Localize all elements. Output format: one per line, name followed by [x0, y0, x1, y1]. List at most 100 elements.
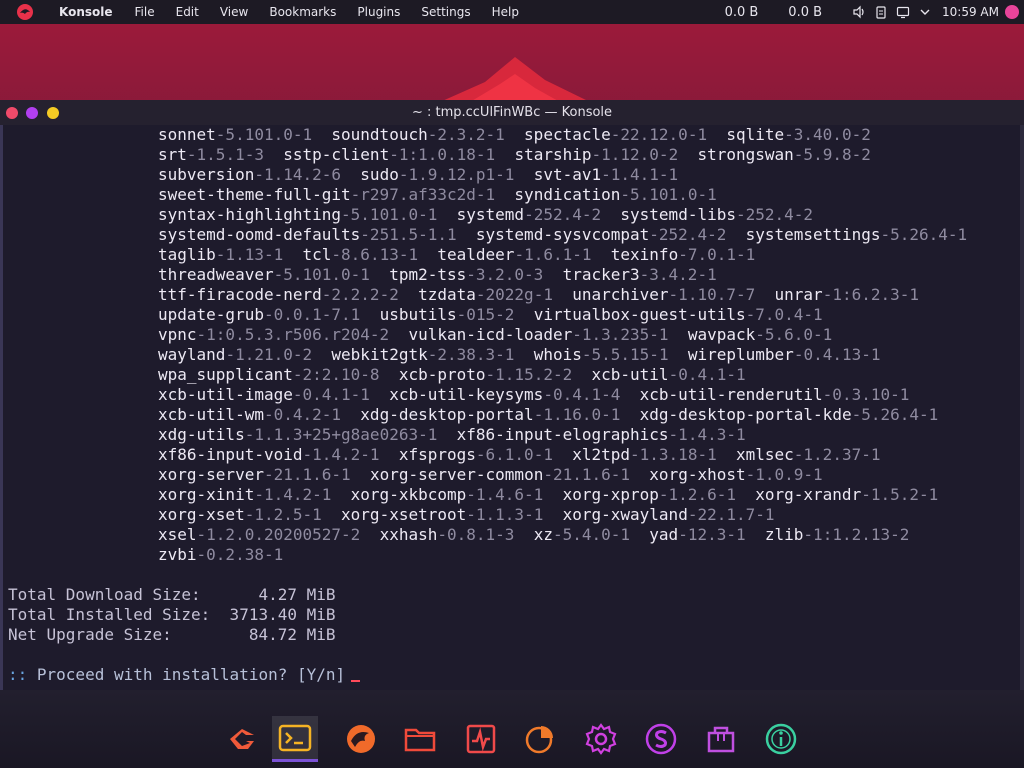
disk-usage-icon — [525, 726, 553, 754]
package-name: tzdata — [418, 285, 476, 304]
menu-help[interactable]: Help — [492, 5, 519, 19]
package-version: -5.26.4-1 — [851, 405, 939, 424]
dock-item-browser[interactable] — [338, 716, 384, 762]
window-titlebar[interactable]: ~ : tmp.ccUlFinWBc — Konsole — [0, 100, 1024, 125]
package-version: -015-2 — [456, 305, 515, 324]
package-version: -1.4.2-1 — [302, 445, 380, 464]
network-upload-speed[interactable]: 0.0 B — [788, 5, 822, 20]
prompt-text: Proceed with installation? [Y/n] — [27, 665, 346, 684]
package-version: -1.5.1-3 — [186, 145, 264, 164]
dock-item-info[interactable] — [758, 716, 804, 762]
package-name: ttf-firacode-nerd — [158, 285, 322, 304]
package-version: -1.3.18-1 — [630, 445, 717, 464]
dragon-browser-icon — [347, 725, 375, 753]
garuda-logo-icon[interactable] — [16, 3, 34, 21]
package-name: yad — [649, 525, 679, 544]
package-name: xsel — [158, 525, 197, 544]
system-monitor-icon — [466, 724, 496, 754]
package-version: -1.3.235-1 — [572, 325, 669, 344]
package-line: xsel-1.2.0.20200527-2 xxhash-0.8.1-3 xz-… — [158, 525, 909, 545]
settings-icon — [585, 723, 617, 755]
menu-plugins[interactable]: Plugins — [357, 5, 400, 19]
installed-size-line: Total Installed Size: 3713.40 MiB — [8, 605, 336, 624]
package-name: wireplumber — [687, 345, 794, 364]
dock-item-package-manager[interactable] — [698, 716, 744, 762]
package-line: update-grub-0.0.1-7.1 usbutils-015-2 vir… — [158, 305, 823, 325]
package-line: threadweaver-5.101.0-1 tpm2-tss-3.2.0-3 … — [158, 265, 717, 285]
system-tray: 0.0 B 0.0 B 10:59 AM — [725, 0, 1024, 24]
volume-icon[interactable] — [852, 5, 866, 19]
package-version: -1.0.9-1 — [745, 465, 823, 484]
package-line: xorg-server-21.1.6-1 xorg-server-common-… — [158, 465, 823, 485]
package-name: xorg-server — [158, 465, 264, 484]
package-version: -1.21.0-2 — [225, 345, 313, 364]
package-name: syntax-highlighting — [158, 205, 342, 224]
package-version: -1.2.0.20200527-2 — [196, 525, 361, 544]
terminal-scrollbar[interactable] — [1020, 125, 1024, 690]
package-name: update-grub — [158, 305, 264, 324]
package-name: xorg-xkbcomp — [350, 485, 467, 504]
package-version: -r297.af33c2d-1 — [350, 185, 496, 204]
package-name: xz — [533, 525, 553, 544]
clipboard-icon[interactable] — [874, 5, 888, 19]
package-version: -1.2.6-1 — [658, 485, 736, 504]
dock-item-launcher[interactable] — [219, 716, 265, 762]
package-version: -3.2.0-3 — [466, 265, 544, 284]
terminal-output[interactable]: sonnet-5.101.0-1 soundtouch-2.3.2-1 spec… — [0, 125, 1024, 690]
package-line: sonnet-5.101.0-1 soundtouch-2.3.2-1 spec… — [158, 125, 871, 145]
package-version: -5.26.4-1 — [880, 225, 968, 244]
dock — [0, 690, 1024, 768]
package-version: -5.101.0-1 — [341, 205, 438, 224]
package-name: xorg-xprop — [562, 485, 659, 504]
package-name: unarchiver — [572, 285, 669, 304]
package-line: vpnc-1:0.5.3.r506.r204-2 vulkan-icd-load… — [158, 325, 832, 345]
package-name: sweet-theme-full-git — [158, 185, 351, 204]
package-name: xdg-desktop-portal-kde — [639, 405, 852, 424]
package-version: -1:0.5.3.r506.r204-2 — [196, 325, 390, 344]
dock-item-settings[interactable] — [578, 716, 624, 762]
package-version: -2:2.10-8 — [292, 365, 380, 384]
menu-edit[interactable]: Edit — [176, 5, 199, 19]
package-version: -2.38.3-1 — [427, 345, 515, 364]
package-name: systemd — [456, 205, 525, 224]
user-avatar[interactable] — [1005, 5, 1019, 19]
package-version: -5.9.8-2 — [793, 145, 871, 164]
dock-item-files[interactable] — [397, 716, 443, 762]
package-version: -252.4-2 — [524, 205, 602, 224]
clock[interactable]: 10:59 AM — [942, 5, 999, 19]
package-version: -0.4.1-1 — [668, 365, 746, 384]
package-name: syndication — [514, 185, 621, 204]
top-panel: Konsole File Edit View Bookmarks Plugins… — [0, 0, 1024, 24]
dock-item-disk-usage[interactable] — [517, 716, 563, 762]
dock-item-assistant[interactable] — [638, 716, 684, 762]
dock-item-terminal[interactable] — [272, 716, 318, 762]
package-name: xcb-util-keysyms — [389, 385, 544, 404]
menu-view[interactable]: View — [220, 5, 248, 19]
menu-settings[interactable]: Settings — [421, 5, 470, 19]
net-upgrade-size-line: Net Upgrade Size: 84.72 MiB — [8, 625, 336, 644]
menu-file[interactable]: File — [135, 5, 155, 19]
package-version: -3.4.2-1 — [639, 265, 717, 284]
menu-bookmarks[interactable]: Bookmarks — [269, 5, 336, 19]
package-name: threadweaver — [158, 265, 274, 284]
package-line: sweet-theme-full-git-r297.af33c2d-1 synd… — [158, 185, 717, 205]
package-name: svt-av1 — [533, 165, 602, 184]
package-version: -1.14.2-6 — [254, 165, 342, 184]
package-version: -1.9.12.p1-1 — [398, 165, 515, 184]
package-version: -8.6.13-1 — [331, 245, 419, 264]
display-icon[interactable] — [896, 5, 910, 19]
chevron-down-icon[interactable] — [918, 5, 932, 19]
package-version: -1.1.3-1 — [466, 505, 544, 524]
package-name: xorg-xwayland — [562, 505, 688, 524]
package-line: xcb-util-image-0.4.1-1 xcb-util-keysyms-… — [158, 385, 909, 405]
package-version: -0.0.1-7.1 — [263, 305, 361, 324]
package-version: -1.2.37-1 — [793, 445, 881, 464]
package-name: usbutils — [379, 305, 457, 324]
package-version: -1:1.0.18-1 — [389, 145, 496, 164]
package-version: -0.4.1-4 — [543, 385, 621, 404]
network-download-speed[interactable]: 0.0 B — [725, 5, 759, 20]
package-name: systemd-sysvcompat — [475, 225, 650, 244]
package-name: xorg-xsetroot — [341, 505, 467, 524]
package-name: spectacle — [524, 125, 611, 144]
dock-item-system-monitor[interactable] — [458, 716, 504, 762]
